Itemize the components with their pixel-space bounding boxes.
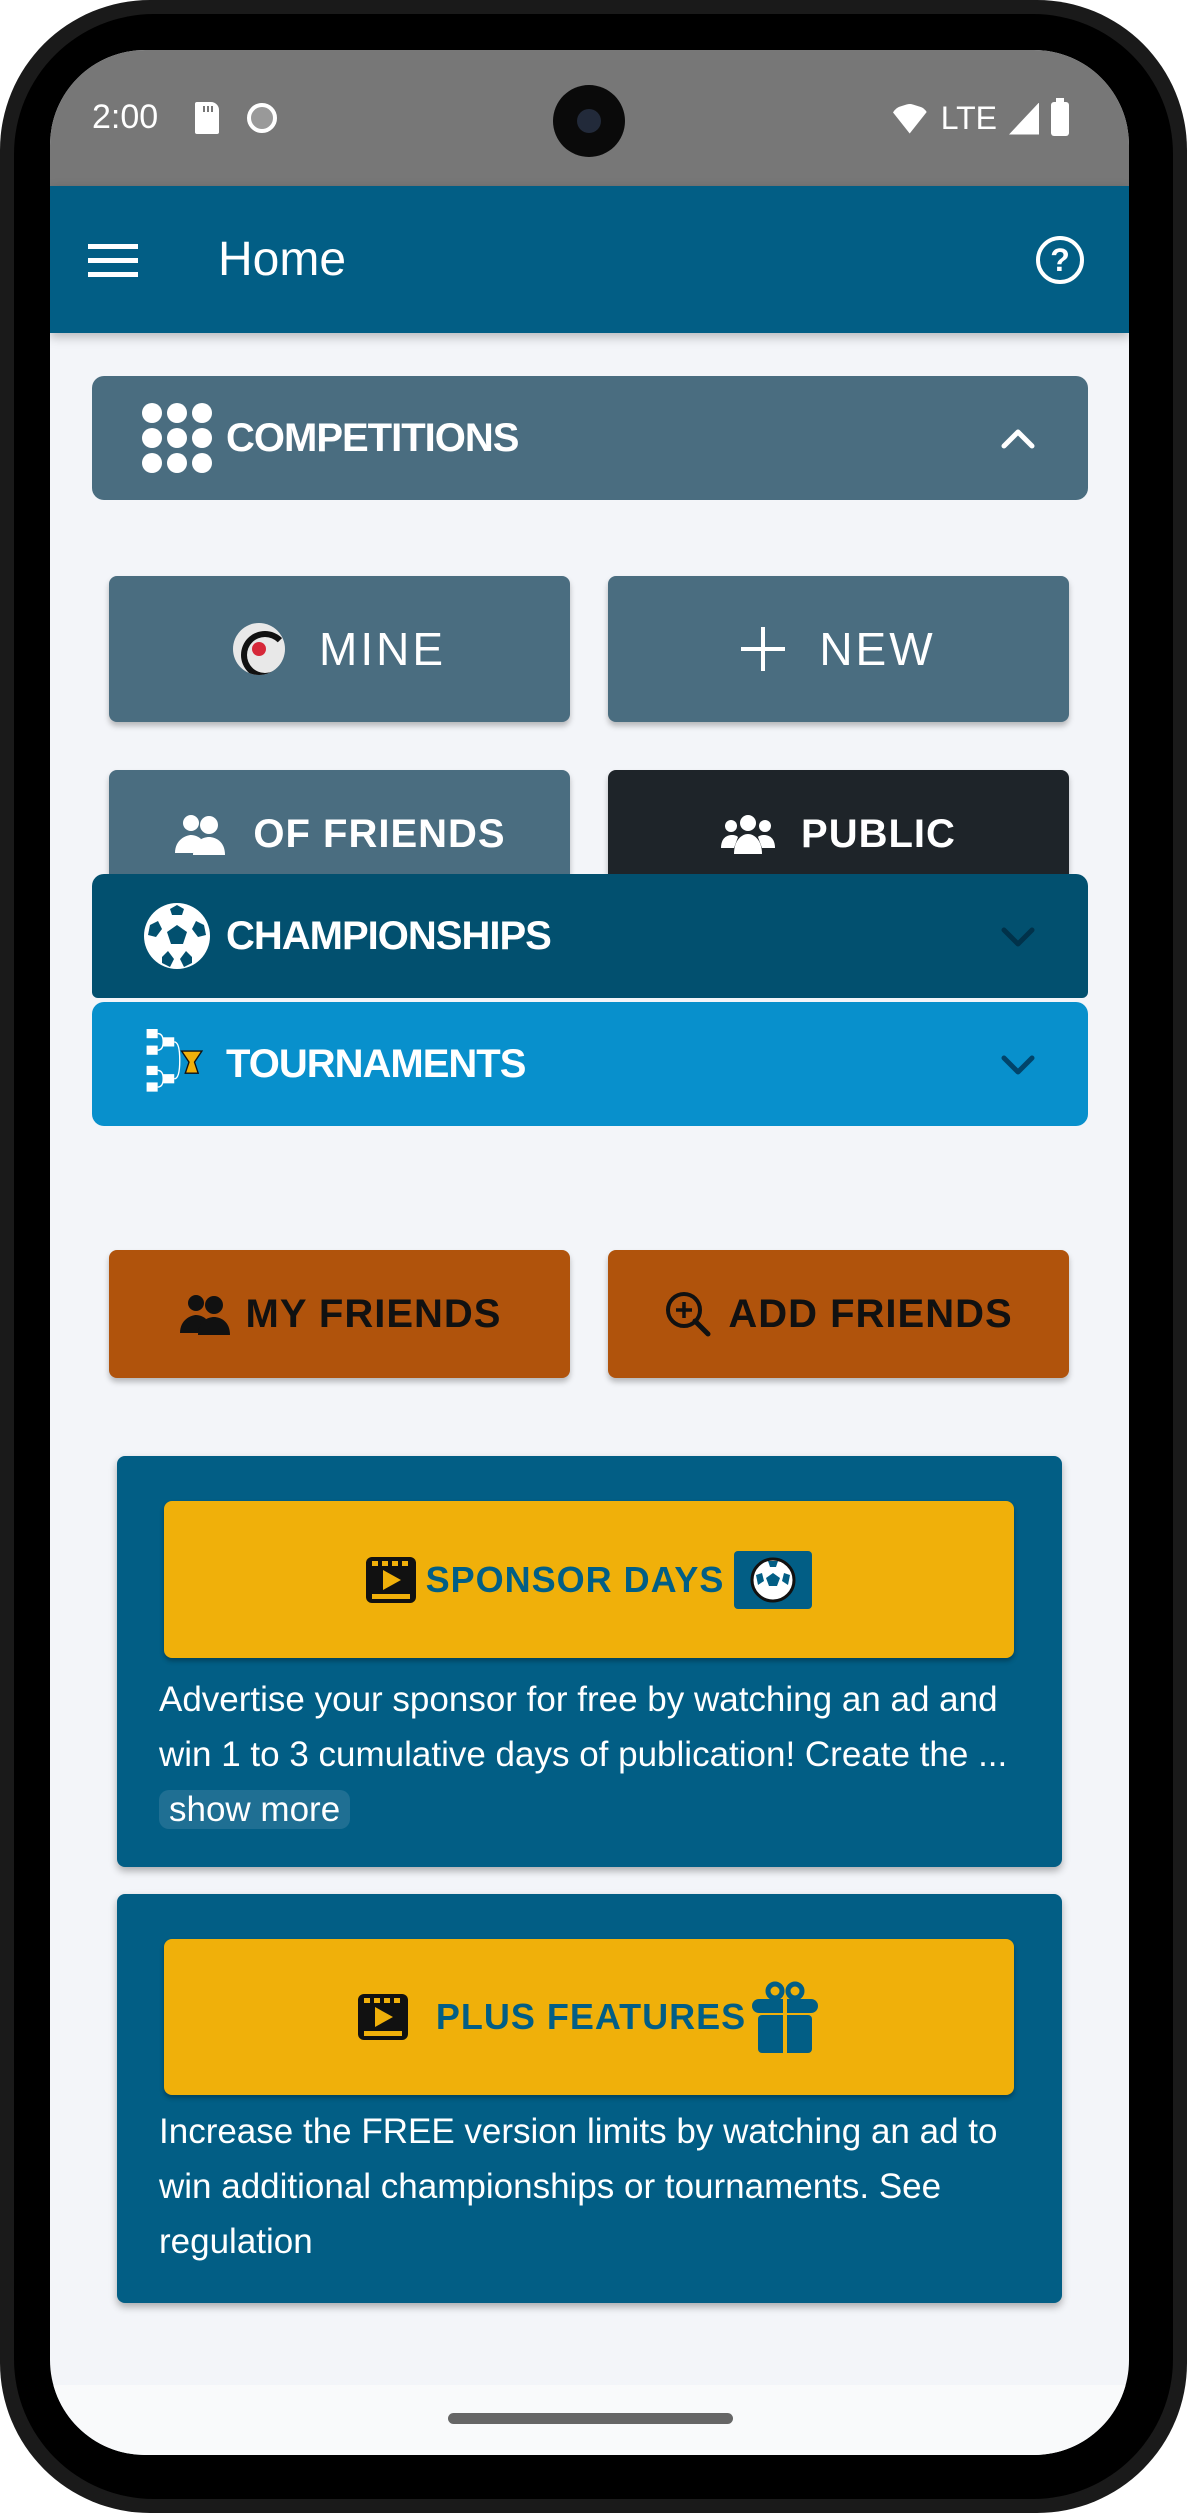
search-plus-icon: [666, 1292, 711, 1337]
front-camera: [553, 85, 625, 157]
chevron-up-icon: [1001, 429, 1035, 449]
plus-features-label: PLUS FEATURES: [435, 1996, 747, 2037]
sponsor-days-text: Advertise your sponsor for free by watch…: [159, 1680, 1008, 1774]
wifi-icon: [890, 103, 929, 134]
app-bar: Home ?: [50, 186, 1129, 333]
group-people-icon: [721, 815, 776, 854]
sd-card-icon: [195, 102, 219, 134]
soccer-ball-icon: [734, 1550, 813, 1609]
chevron-down-icon: [1001, 1055, 1035, 1075]
app-logo-icon: [233, 623, 285, 675]
battery-icon: [1051, 97, 1069, 136]
page-title: Home: [218, 233, 347, 286]
new-label: NEW: [819, 623, 936, 675]
competitions-header[interactable]: COMPETITIONS: [92, 376, 1088, 500]
competitions-title: COMPETITIONS: [226, 415, 519, 460]
mine-label: MINE: [319, 623, 446, 675]
my-friends-button[interactable]: MY FRIENDS: [109, 1250, 570, 1378]
plus-features-card: PLUS FEATURES Increase the FREE version …: [117, 1894, 1062, 2303]
phone-frame: 2:00 LTE Home ? COMPETITIONS MINE NEW OF…: [0, 0, 1187, 2513]
plus-icon: [741, 627, 786, 671]
championships-title: CHAMPIONSHIPS: [226, 913, 552, 958]
championships-header[interactable]: CHAMPIONSHIPS: [92, 874, 1088, 998]
status-time: 2:00: [92, 98, 159, 136]
video-film-icon: [365, 1556, 416, 1603]
my-friends-label: MY FRIENDS: [245, 1291, 502, 1336]
grid-dots-icon: [142, 403, 212, 473]
show-more-button[interactable]: show more: [159, 1790, 351, 1829]
two-people-icon: [179, 1295, 230, 1335]
navigation-bar: [50, 2385, 1129, 2455]
two-people-icon: [175, 815, 226, 855]
public-label: PUBLIC: [801, 811, 956, 856]
tournaments-header[interactable]: TOURNAMENTS: [92, 1002, 1088, 1126]
bracket-trophy-icon: [146, 1029, 204, 1092]
add-friends-label: ADD FRIENDS: [728, 1291, 1013, 1336]
cat-face-icon: [247, 103, 277, 133]
add-friends-button[interactable]: ADD FRIENDS: [608, 1250, 1069, 1378]
plus-features-button[interactable]: PLUS FEATURES: [164, 1939, 1014, 2095]
video-film-icon: [357, 1994, 408, 2040]
soccer-ball-icon: [144, 903, 210, 969]
of-friends-label: OF FRIENDS: [253, 811, 506, 856]
help-circle-icon[interactable]: ?: [1036, 236, 1084, 284]
signal-icon: [1009, 102, 1039, 135]
chevron-down-icon: [1001, 927, 1035, 947]
status-bar: 2:00 LTE: [50, 50, 1129, 186]
home-gesture-handle[interactable]: [448, 2413, 733, 2424]
hamburger-menu-icon[interactable]: [88, 244, 138, 278]
sponsor-days-description: Advertise your sponsor for free by watch…: [159, 1672, 1029, 1837]
status-right-icons: LTE: [890, 97, 1069, 137]
sponsor-days-label: SPONSOR DAYS: [425, 1558, 725, 1600]
gift-icon: [752, 1981, 819, 2053]
mine-button[interactable]: MINE: [109, 576, 570, 722]
plus-features-description: Increase the FREE version limits by watc…: [159, 2112, 998, 2261]
tournaments-title: TOURNAMENTS: [226, 1041, 526, 1086]
screen: 2:00 LTE Home ? COMPETITIONS MINE NEW OF…: [50, 50, 1129, 2455]
sponsor-days-card: SPONSOR DAYS Advertise your sponsor for …: [117, 1456, 1062, 1867]
network-type: LTE: [940, 100, 997, 136]
sponsor-days-button[interactable]: SPONSOR DAYS: [164, 1501, 1014, 1658]
new-button[interactable]: NEW: [608, 576, 1069, 722]
